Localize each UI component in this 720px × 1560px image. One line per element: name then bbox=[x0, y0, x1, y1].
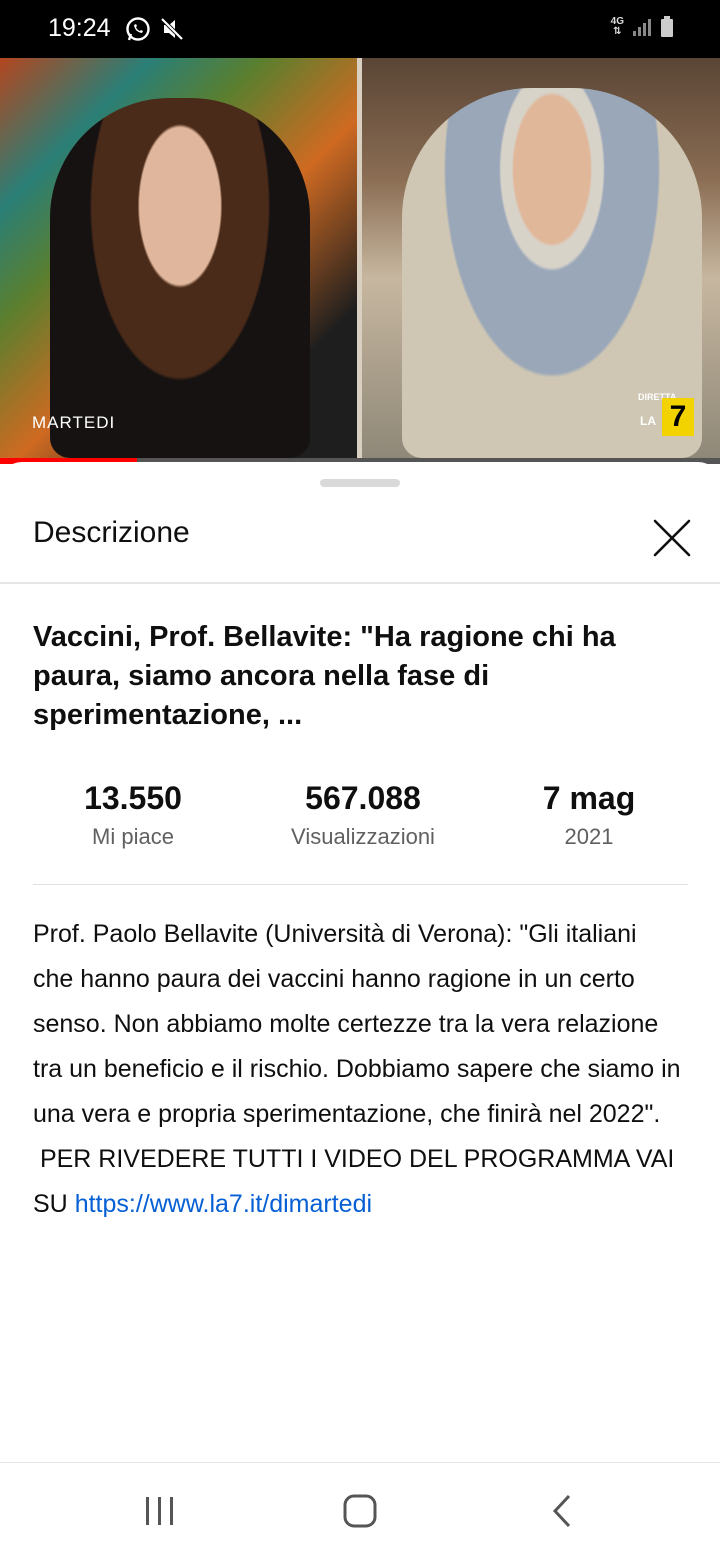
header-divider bbox=[0, 582, 720, 584]
video-title: Vaccini, Prof. Bellavite: "Ha ragione ch… bbox=[33, 621, 616, 731]
likes-stat: 13.550 Mi piace bbox=[33, 780, 233, 850]
video-description: Prof. Paolo Bellavite (Università di Ver… bbox=[33, 912, 683, 1227]
likes-count: 13.550 bbox=[84, 780, 182, 816]
status-time: 19:24 bbox=[48, 14, 111, 42]
date-stat: 7 mag 2021 bbox=[489, 780, 689, 850]
la7-logo: DIRETTA LA 7 bbox=[638, 390, 700, 440]
home-icon[interactable] bbox=[340, 1491, 380, 1531]
video-player[interactable]: MARTEDI DIRETTA LA 7 bbox=[0, 58, 720, 458]
martedi-logo: MARTEDI bbox=[32, 413, 116, 432]
mute-icon bbox=[160, 17, 184, 41]
close-icon[interactable] bbox=[646, 512, 698, 564]
video-left-frame: MARTEDI bbox=[0, 58, 358, 458]
battery-icon bbox=[661, 16, 673, 37]
video-person-left bbox=[50, 98, 310, 458]
description-sheet: Descrizione Vaccini, Prof. Bellavite: "H… bbox=[0, 462, 720, 1462]
status-right: 4G ⇅ bbox=[611, 16, 674, 38]
sheet-header: Descrizione bbox=[0, 500, 720, 584]
signal-icon bbox=[633, 19, 651, 36]
recent-apps-icon[interactable] bbox=[140, 1491, 180, 1531]
network-type-icon: 4G ⇅ bbox=[610, 16, 624, 37]
navigation-bar bbox=[0, 1462, 720, 1560]
video-stats: 13.550 Mi piace 567.088 Visualizzazioni … bbox=[33, 780, 688, 870]
stats-divider bbox=[33, 884, 688, 885]
views-count: 567.088 bbox=[305, 780, 421, 816]
likes-label: Mi piace bbox=[92, 824, 174, 849]
status-bar: 19:24 4G ⇅ bbox=[0, 0, 720, 58]
sheet-title: Descrizione bbox=[33, 516, 190, 549]
video-right-frame: DIRETTA LA 7 bbox=[362, 58, 720, 458]
back-icon[interactable] bbox=[543, 1491, 583, 1531]
drag-handle[interactable] bbox=[320, 479, 400, 487]
publish-year: 2021 bbox=[564, 824, 614, 849]
views-label: Visualizzazioni bbox=[291, 824, 435, 849]
description-text: Prof. Paolo Bellavite (Università di Ver… bbox=[33, 920, 681, 1218]
whatsapp-icon bbox=[126, 17, 150, 41]
publish-date: 7 mag bbox=[542, 780, 636, 816]
program-link[interactable]: https://www.la7.it/dimartedi bbox=[75, 1190, 372, 1218]
views-stat: 567.088 Visualizzazioni bbox=[263, 780, 463, 850]
